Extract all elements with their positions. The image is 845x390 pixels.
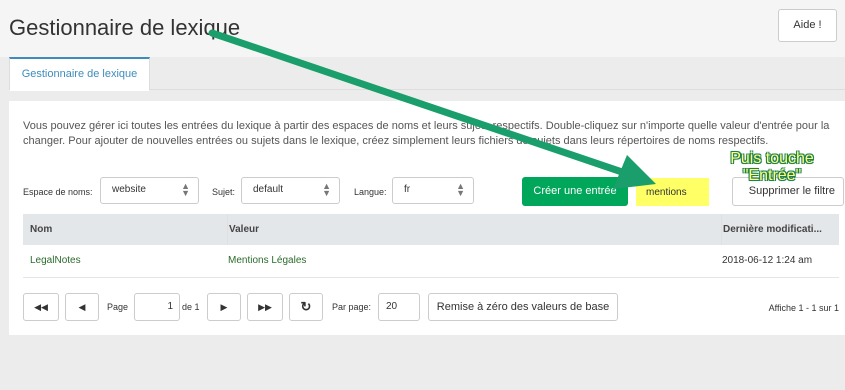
language-select[interactable]: fr ▲ ▼ <box>392 177 474 204</box>
cell-value[interactable]: Mentions Légales <box>227 245 717 277</box>
refresh-icon[interactable]: ↻ <box>289 293 323 321</box>
topic-select[interactable]: default ▲ ▼ <box>241 177 340 204</box>
first-page-icon[interactable]: ◀◀ <box>23 293 59 321</box>
prev-page-icon[interactable]: ◀ <box>65 293 99 321</box>
callout-line-2: "Entrée" <box>742 167 802 184</box>
tab-bar: Gestionnaire de lexique <box>9 57 845 91</box>
annotation-callout: Puis touche "Entrée" <box>718 150 826 184</box>
last-page-icon[interactable]: ▶▶ <box>247 293 283 321</box>
topic-value: default <box>253 184 284 195</box>
sort-caret-icon: ▲ ▼ <box>322 181 331 198</box>
page-title: Gestionnaire de lexique <box>9 15 241 40</box>
topic-label: Sujet: <box>212 187 236 197</box>
pagination-bar: ◀◀ ◀ Page 1 de 1 ▶ ▶▶ ↻ Par page: 20 Rem… <box>9 293 845 323</box>
lexicon-grid: Nom Valeur Dernière modificati... LegalN… <box>23 214 839 278</box>
language-value: fr <box>404 184 411 195</box>
description-text: Vous pouvez gérer ici toutes les entrées… <box>23 120 830 147</box>
reset-defaults-button[interactable]: Remise à zéro des valeurs de base <box>428 293 618 321</box>
cell-last-modified: 2018-06-12 1:24 am <box>722 255 813 266</box>
sort-caret-icon: ▲ ▼ <box>456 181 465 198</box>
language-label: Langue: <box>354 187 387 197</box>
grid-header: Nom Valeur Dernière modificati... <box>23 214 839 245</box>
per-page-label: Par page: <box>332 302 372 312</box>
per-page-input[interactable]: 20 <box>378 293 420 321</box>
sort-caret-icon: ▲ ▼ <box>181 181 190 198</box>
page-header: Gestionnaire de lexique Aide ! <box>0 0 845 57</box>
page-label: Page <box>107 302 129 312</box>
create-entry-button[interactable]: Créer une entrée <box>522 177 628 206</box>
page-number-input[interactable]: 1 <box>134 293 180 321</box>
pagination-info: Affiche 1 - 1 sur 1 <box>768 303 839 313</box>
next-page-icon[interactable]: ▶ <box>207 293 241 321</box>
namespace-select[interactable]: website ▲ ▼ <box>100 177 199 204</box>
column-header-value[interactable]: Valeur <box>227 214 717 245</box>
namespace-value: website <box>112 184 146 195</box>
page-count-label: de 1 <box>182 302 200 312</box>
column-header-last-modified[interactable]: Dernière modificati... <box>721 214 839 245</box>
tab-lexicon-manager[interactable]: Gestionnaire de lexique <box>9 57 150 91</box>
namespace-label: Espace de noms: <box>23 187 93 197</box>
filter-search-input[interactable] <box>636 178 709 206</box>
cell-name[interactable]: LegalNotes <box>30 245 225 277</box>
lexicon-panel: Vous pouvez gérer ici toutes les entrées… <box>9 101 845 335</box>
callout-line-1: Puis touche <box>730 150 814 167</box>
help-button[interactable]: Aide ! <box>778 9 837 42</box>
table-row[interactable]: LegalNotes Mentions Légales 2018-06-12 1… <box>23 245 839 278</box>
column-header-name[interactable]: Nom <box>30 214 225 245</box>
